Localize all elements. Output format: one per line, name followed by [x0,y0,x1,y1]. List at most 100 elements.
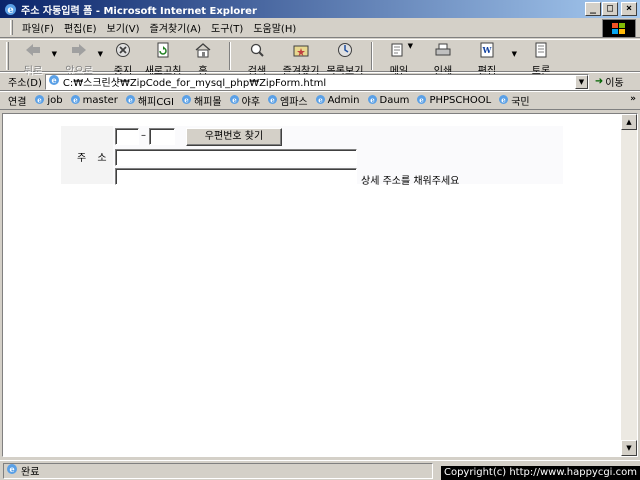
menu-help[interactable]: 도움말(H) [248,20,301,35]
minimize-button[interactable]: _ [585,2,601,16]
menu-view[interactable]: 보기(V) [102,20,145,35]
back-dropdown-icon[interactable]: ▼ [52,50,57,58]
favorites-icon [292,42,310,61]
forward-button[interactable]: 앞으로 ▼ [59,40,103,77]
ie-app-icon: e [3,2,17,16]
link-yahoo[interactable]: e 야후 [229,93,260,108]
link-happymall[interactable]: e 해피몰 [181,93,222,108]
print-icon [434,42,452,61]
address-bar: 주소(D) e C:₩스크린샷₩ZipCode_for_mysql_php₩Zi… [0,72,640,91]
scroll-up-icon[interactable]: ▲ [621,114,637,130]
go-button[interactable]: ➜ 이동 [595,74,624,89]
svg-text:e: e [128,95,133,104]
ie-page-icon: e [416,94,427,108]
link-kookmin[interactable]: e 국민 [498,93,530,108]
link-label: 야후 [241,97,261,108]
toolbar-separator [229,42,231,70]
address-dropdown-icon[interactable]: ▼ [574,74,588,89]
link-label: Daum [379,95,410,106]
svg-text:e: e [420,95,425,104]
ie-page-icon: e [498,94,509,108]
address-input[interactable]: e C:₩스크린샷₩ZipCode_for_mysql_php₩ZipForm.… [44,73,589,90]
find-zipcode-button[interactable]: 우편번호 찾기 [186,128,282,146]
svg-text:e: e [232,95,237,104]
go-label: 이동 [605,78,624,89]
word-edit-icon: W [479,42,495,61]
history-button[interactable]: 목록보기 [325,40,365,77]
links-more-chevron-icon[interactable]: » [630,94,636,104]
address-form-label: 주 소 [77,153,111,164]
forward-arrow-icon [70,42,88,61]
address-line1-input[interactable] [115,149,357,166]
ie-page-icon: e [125,94,136,108]
menu-bar: 파일(F) 편집(E) 보기(V) 즐겨찾기(A) 도구(T) 도움말(H) [0,18,640,38]
address-label: 주소(D) [8,78,42,89]
svg-text:W: W [482,45,493,55]
link-phpschool[interactable]: e PHPSCHOOL [416,94,491,108]
link-daum[interactable]: e Daum [367,94,410,108]
title-bar: e 주소 자동입력 폼 - Microsoft Internet Explore… [0,0,640,18]
maximize-button[interactable]: □ [602,2,618,16]
scroll-down-icon[interactable]: ▼ [621,440,637,456]
back-button[interactable]: 뒤로 ▼ [13,40,57,77]
menu-tools[interactable]: 도구(T) [206,20,248,35]
mail-icon [390,42,408,61]
links-label: 연결 [8,97,27,108]
window-title: 주소 자동입력 폼 - Microsoft Internet Explorer [21,5,257,17]
link-empas[interactable]: e 엠파스 [267,93,308,108]
close-button[interactable]: × [621,2,637,16]
refresh-icon [155,42,171,61]
address-url: C:₩스크린샷₩ZipCode_for_mysql_php₩ZipForm.ht… [62,78,327,89]
edit-button[interactable]: W 편집 ▼ [467,40,517,77]
discuss-icon [533,42,549,61]
page-viewport: 주 소 – 우편번호 찾기 상세 주소를 채워주세요 ▲ ▼ [2,113,638,457]
favorites-button[interactable]: 즐겨찾기 [281,40,321,77]
menu-grip [10,20,13,35]
refresh-button[interactable]: 새로고침 [143,40,183,77]
search-button[interactable]: 검색 [237,40,277,77]
stop-button[interactable]: 중지 [103,40,143,77]
link-master[interactable]: e master [70,94,118,108]
discuss-button[interactable]: 토론 [521,40,561,77]
ie-page-icon: e [267,94,278,108]
svg-text:e: e [318,95,323,104]
zipcode-second-input[interactable] [149,128,175,145]
svg-text:e: e [7,5,13,16]
toolbar-grip [6,42,9,70]
link-label: 국민 [511,97,530,108]
go-arrow-icon: ➜ [594,76,604,87]
mail-dropdown-icon[interactable]: ▼ [408,42,413,50]
status-text: 완료 [21,467,40,478]
mail-button[interactable]: 메일 ▼ [379,40,419,77]
links-bar: 연결 e job e master e 해피CGI e 해피몰 e 야후 e 엠파스 e Ad… [0,91,640,110]
ie-page-icon: e [70,94,81,108]
zipcode-separator: – [141,130,146,141]
svg-text:e: e [501,95,506,104]
copyright-watermark: Copyright(c) http://www.happycgi.com [440,466,640,480]
home-button[interactable]: 홈 [183,40,223,77]
print-button[interactable]: 인쇄 [423,40,463,77]
link-label: 해피CGI [137,97,175,108]
status-main-cell: e 완료 [3,462,433,479]
link-job[interactable]: e job [34,94,63,108]
menu-file[interactable]: 파일(F) [17,20,59,35]
menu-edit[interactable]: 편집(E) [59,20,102,35]
link-label: 해피몰 [194,97,222,108]
toolbar-separator-2 [371,42,373,70]
link-admin[interactable]: e Admin [315,94,360,108]
link-happycgi[interactable]: e 해피CGI [125,93,174,108]
stop-icon [115,42,131,61]
history-icon [337,42,353,61]
svg-text:e: e [38,95,43,104]
edit-dropdown-icon[interactable]: ▼ [512,50,517,58]
standard-toolbar: 뒤로 ▼ 앞으로 ▼ 중지 새로고침 홈 검색 즐겨찾기 목록보기 메일 ▼ 인… [0,39,640,77]
address-line2-input[interactable] [115,168,357,185]
zipcode-first-input[interactable] [115,128,139,145]
svg-text:e: e [270,95,275,104]
svg-text:e: e [73,95,78,104]
ie-page-icon: e [181,94,192,108]
search-icon [249,42,265,61]
status-page-icon: e [6,463,18,478]
menu-favorites[interactable]: 즐겨찾기(A) [145,20,206,35]
vertical-scrollbar[interactable]: ▲ ▼ [621,114,637,456]
